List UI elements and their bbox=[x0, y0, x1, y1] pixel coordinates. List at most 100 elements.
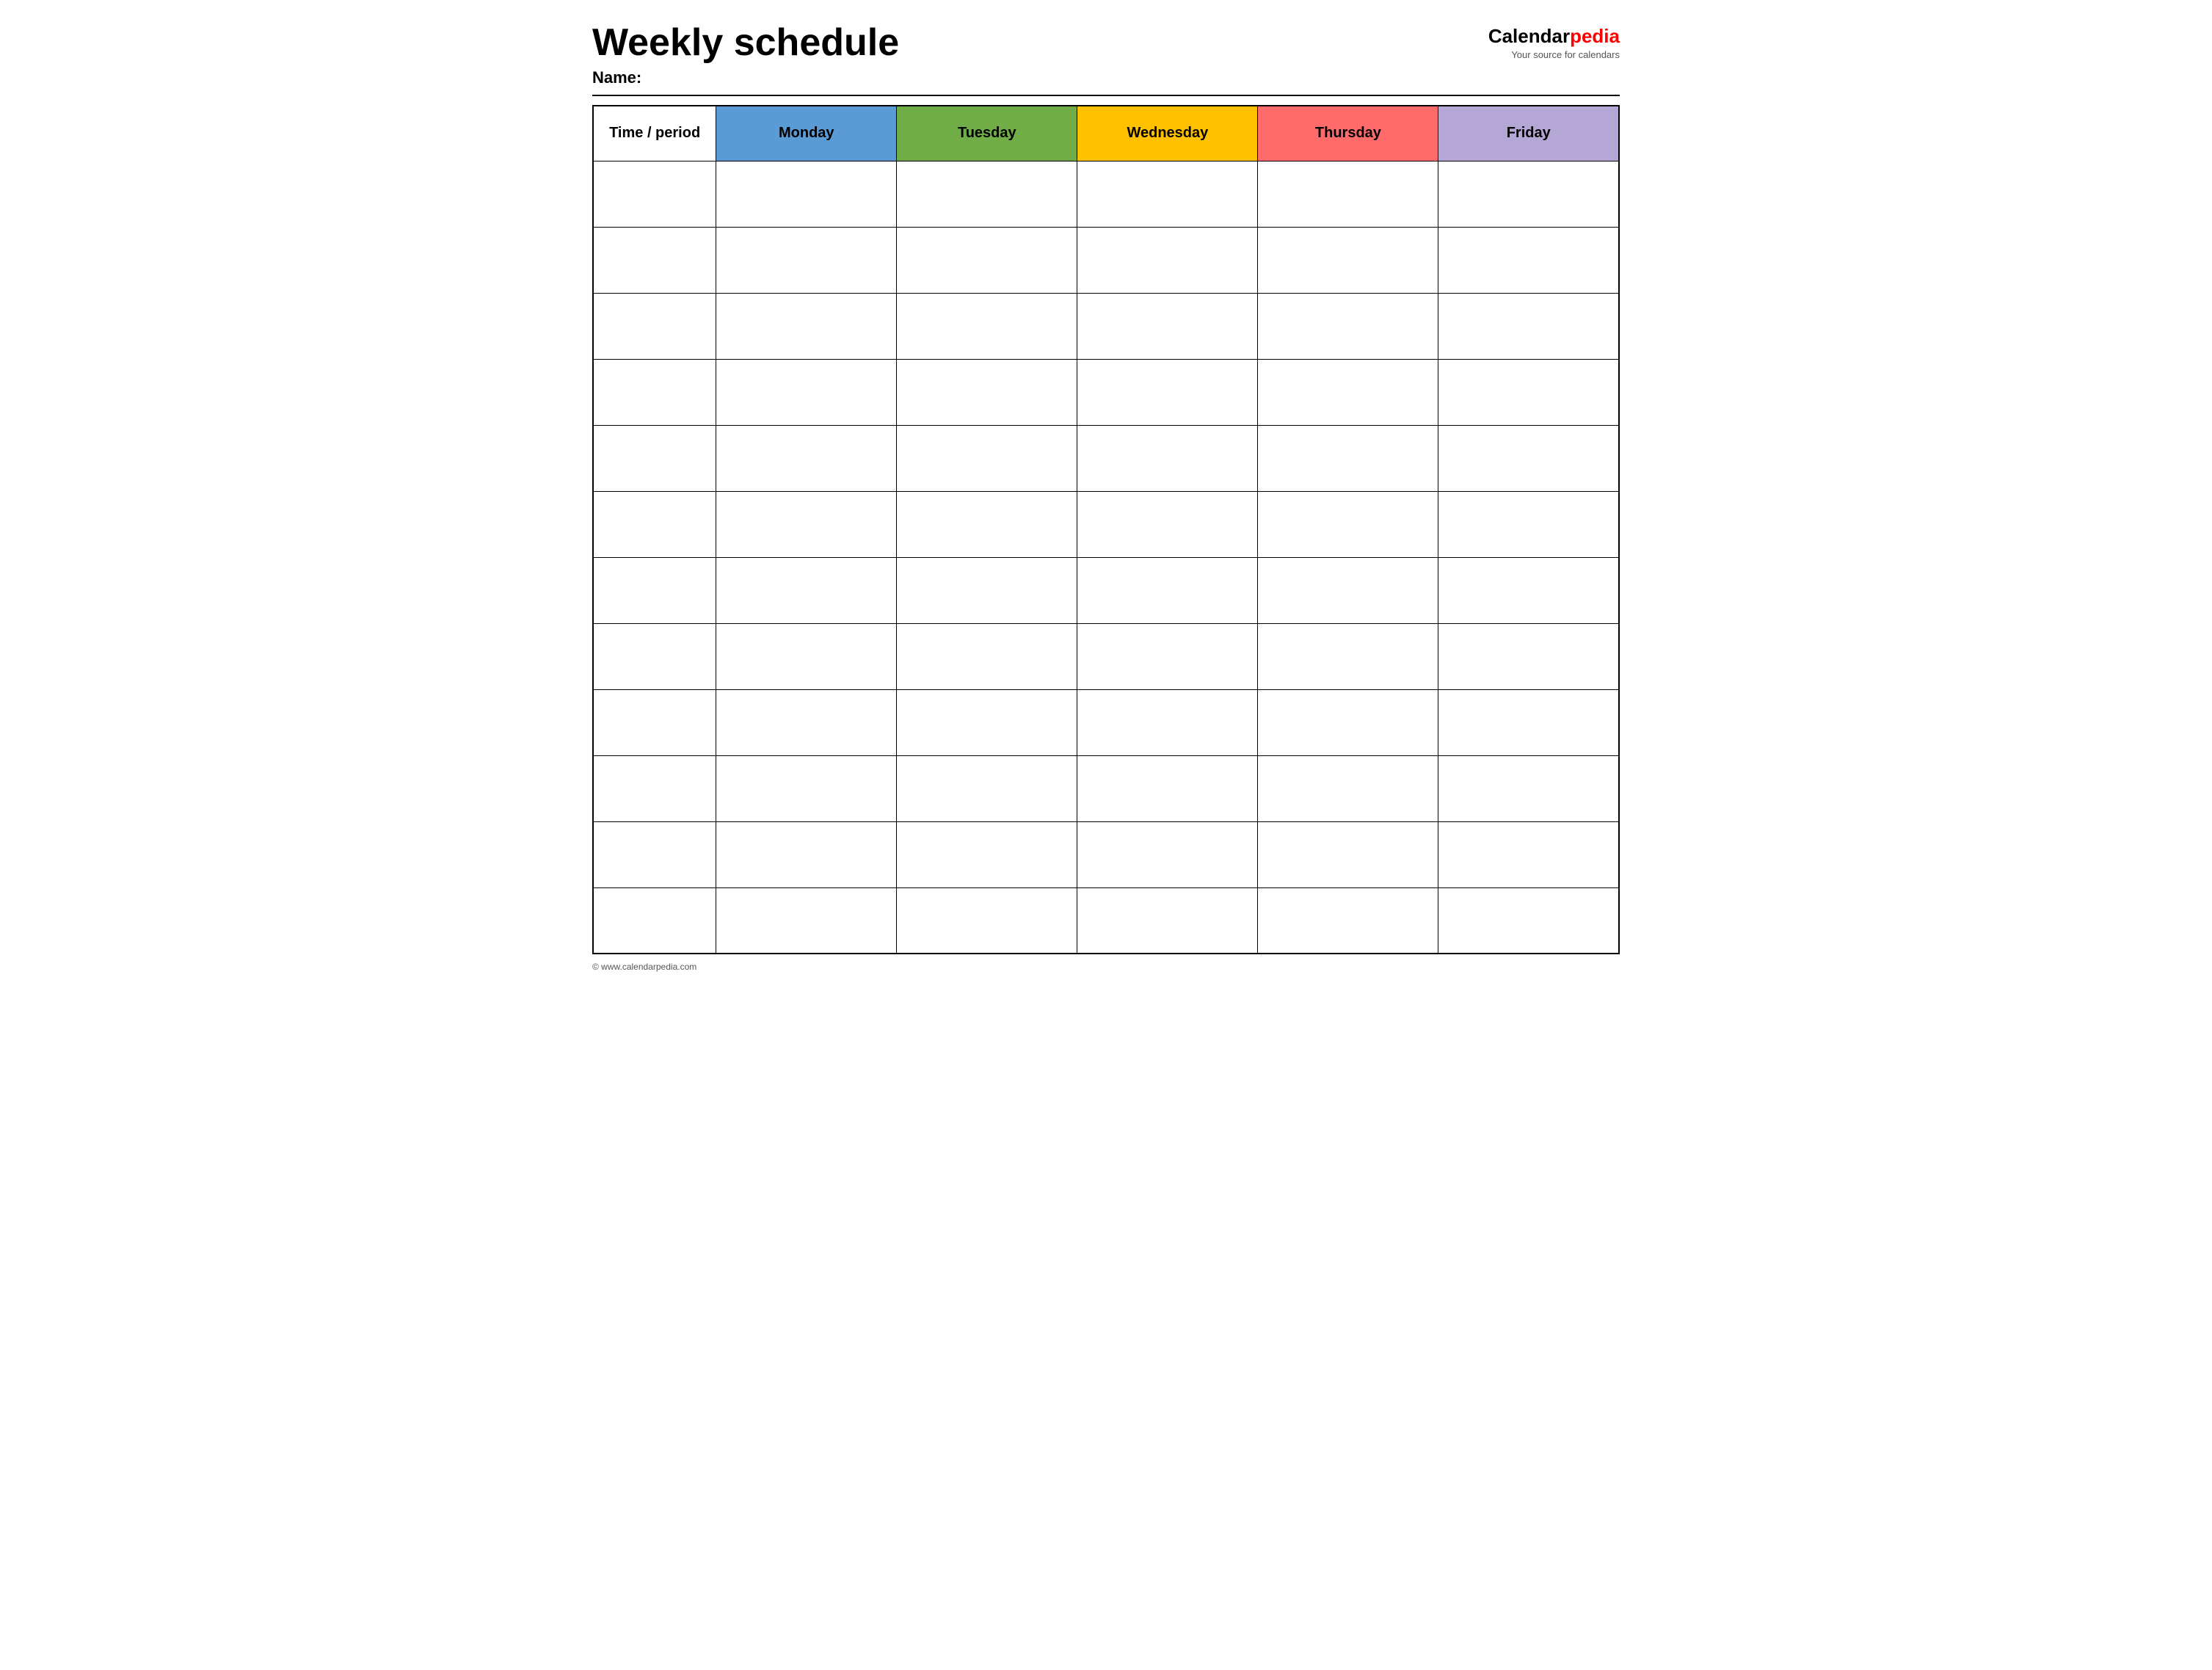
schedule-cell[interactable] bbox=[1077, 689, 1258, 755]
col-header-thursday: Thursday bbox=[1258, 106, 1438, 161]
schedule-cell[interactable] bbox=[1077, 887, 1258, 954]
time-cell[interactable] bbox=[593, 821, 716, 887]
table-row bbox=[593, 755, 1619, 821]
col-header-time: Time / period bbox=[593, 106, 716, 161]
time-cell[interactable] bbox=[593, 359, 716, 425]
col-header-monday: Monday bbox=[716, 106, 897, 161]
schedule-cell[interactable] bbox=[1438, 425, 1619, 491]
schedule-cell[interactable] bbox=[1258, 227, 1438, 293]
schedule-cell[interactable] bbox=[716, 227, 897, 293]
header-section: Weekly schedule Name: Calendarpedia Your… bbox=[592, 22, 1620, 87]
time-cell[interactable] bbox=[593, 491, 716, 557]
schedule-cell[interactable] bbox=[897, 887, 1077, 954]
table-row bbox=[593, 623, 1619, 689]
schedule-cell[interactable] bbox=[716, 887, 897, 954]
page-wrapper: Weekly schedule Name: Calendarpedia Your… bbox=[592, 22, 1620, 972]
title-area: Weekly schedule Name: bbox=[592, 22, 1488, 87]
col-header-wednesday: Wednesday bbox=[1077, 106, 1258, 161]
time-cell[interactable] bbox=[593, 161, 716, 227]
schedule-cell[interactable] bbox=[897, 359, 1077, 425]
schedule-cell[interactable] bbox=[1258, 887, 1438, 954]
table-row bbox=[593, 293, 1619, 359]
time-cell[interactable] bbox=[593, 293, 716, 359]
schedule-cell[interactable] bbox=[716, 821, 897, 887]
schedule-cell[interactable] bbox=[1258, 755, 1438, 821]
schedule-cell[interactable] bbox=[1077, 425, 1258, 491]
schedule-cell[interactable] bbox=[897, 227, 1077, 293]
table-row bbox=[593, 161, 1619, 227]
schedule-cell[interactable] bbox=[897, 755, 1077, 821]
schedule-cell[interactable] bbox=[1077, 755, 1258, 821]
col-header-tuesday: Tuesday bbox=[897, 106, 1077, 161]
schedule-cell[interactable] bbox=[1438, 359, 1619, 425]
schedule-cell[interactable] bbox=[1258, 293, 1438, 359]
schedule-cell[interactable] bbox=[1077, 623, 1258, 689]
schedule-cell[interactable] bbox=[897, 689, 1077, 755]
table-row bbox=[593, 425, 1619, 491]
table-row bbox=[593, 359, 1619, 425]
schedule-cell[interactable] bbox=[1258, 557, 1438, 623]
schedule-cell[interactable] bbox=[1258, 359, 1438, 425]
schedule-cell[interactable] bbox=[716, 425, 897, 491]
schedule-cell[interactable] bbox=[897, 491, 1077, 557]
schedule-cell[interactable] bbox=[1077, 491, 1258, 557]
table-row bbox=[593, 887, 1619, 954]
schedule-cell[interactable] bbox=[1077, 821, 1258, 887]
header-divider bbox=[592, 95, 1620, 96]
schedule-cell[interactable] bbox=[1077, 227, 1258, 293]
schedule-cell[interactable] bbox=[1438, 689, 1619, 755]
time-cell[interactable] bbox=[593, 227, 716, 293]
schedule-cell[interactable] bbox=[716, 161, 897, 227]
schedule-cell[interactable] bbox=[897, 293, 1077, 359]
schedule-cell[interactable] bbox=[1438, 887, 1619, 954]
table-row bbox=[593, 227, 1619, 293]
schedule-cell[interactable] bbox=[716, 689, 897, 755]
schedule-cell[interactable] bbox=[1438, 491, 1619, 557]
schedule-cell[interactable] bbox=[1258, 689, 1438, 755]
footer-copyright: © www.calendarpedia.com bbox=[592, 962, 1620, 972]
schedule-cell[interactable] bbox=[1258, 491, 1438, 557]
schedule-cell[interactable] bbox=[1077, 557, 1258, 623]
schedule-cell[interactable] bbox=[716, 293, 897, 359]
logo-calendar-part: Calendar bbox=[1488, 25, 1570, 47]
schedule-cell[interactable] bbox=[897, 821, 1077, 887]
table-header-row: Time / period Monday Tuesday Wednesday T… bbox=[593, 106, 1619, 161]
schedule-cell[interactable] bbox=[897, 557, 1077, 623]
schedule-cell[interactable] bbox=[1438, 755, 1619, 821]
schedule-cell[interactable] bbox=[1258, 425, 1438, 491]
schedule-cell[interactable] bbox=[1258, 821, 1438, 887]
time-cell[interactable] bbox=[593, 425, 716, 491]
time-cell[interactable] bbox=[593, 623, 716, 689]
schedule-cell[interactable] bbox=[1438, 227, 1619, 293]
schedule-cell[interactable] bbox=[716, 491, 897, 557]
schedule-cell[interactable] bbox=[716, 359, 897, 425]
table-row bbox=[593, 491, 1619, 557]
schedule-cell[interactable] bbox=[1077, 161, 1258, 227]
schedule-cell[interactable] bbox=[1077, 359, 1258, 425]
logo-pedia-part: pedia bbox=[1570, 25, 1620, 47]
logo-tagline: Your source for calendars bbox=[1511, 49, 1620, 60]
schedule-cell[interactable] bbox=[1438, 161, 1619, 227]
schedule-table: Time / period Monday Tuesday Wednesday T… bbox=[592, 105, 1620, 954]
schedule-cell[interactable] bbox=[1077, 293, 1258, 359]
schedule-cell[interactable] bbox=[1258, 161, 1438, 227]
schedule-cell[interactable] bbox=[716, 623, 897, 689]
schedule-body bbox=[593, 161, 1619, 954]
schedule-cell[interactable] bbox=[1258, 623, 1438, 689]
time-cell[interactable] bbox=[593, 557, 716, 623]
schedule-cell[interactable] bbox=[716, 557, 897, 623]
schedule-cell[interactable] bbox=[897, 161, 1077, 227]
schedule-cell[interactable] bbox=[1438, 293, 1619, 359]
time-cell[interactable] bbox=[593, 887, 716, 954]
schedule-cell[interactable] bbox=[897, 425, 1077, 491]
table-row bbox=[593, 821, 1619, 887]
time-cell[interactable] bbox=[593, 689, 716, 755]
time-cell[interactable] bbox=[593, 755, 716, 821]
schedule-cell[interactable] bbox=[716, 755, 897, 821]
schedule-cell[interactable] bbox=[1438, 623, 1619, 689]
schedule-cell[interactable] bbox=[1438, 557, 1619, 623]
schedule-cell[interactable] bbox=[1438, 821, 1619, 887]
table-row bbox=[593, 557, 1619, 623]
name-label: Name: bbox=[592, 68, 1488, 87]
schedule-cell[interactable] bbox=[897, 623, 1077, 689]
